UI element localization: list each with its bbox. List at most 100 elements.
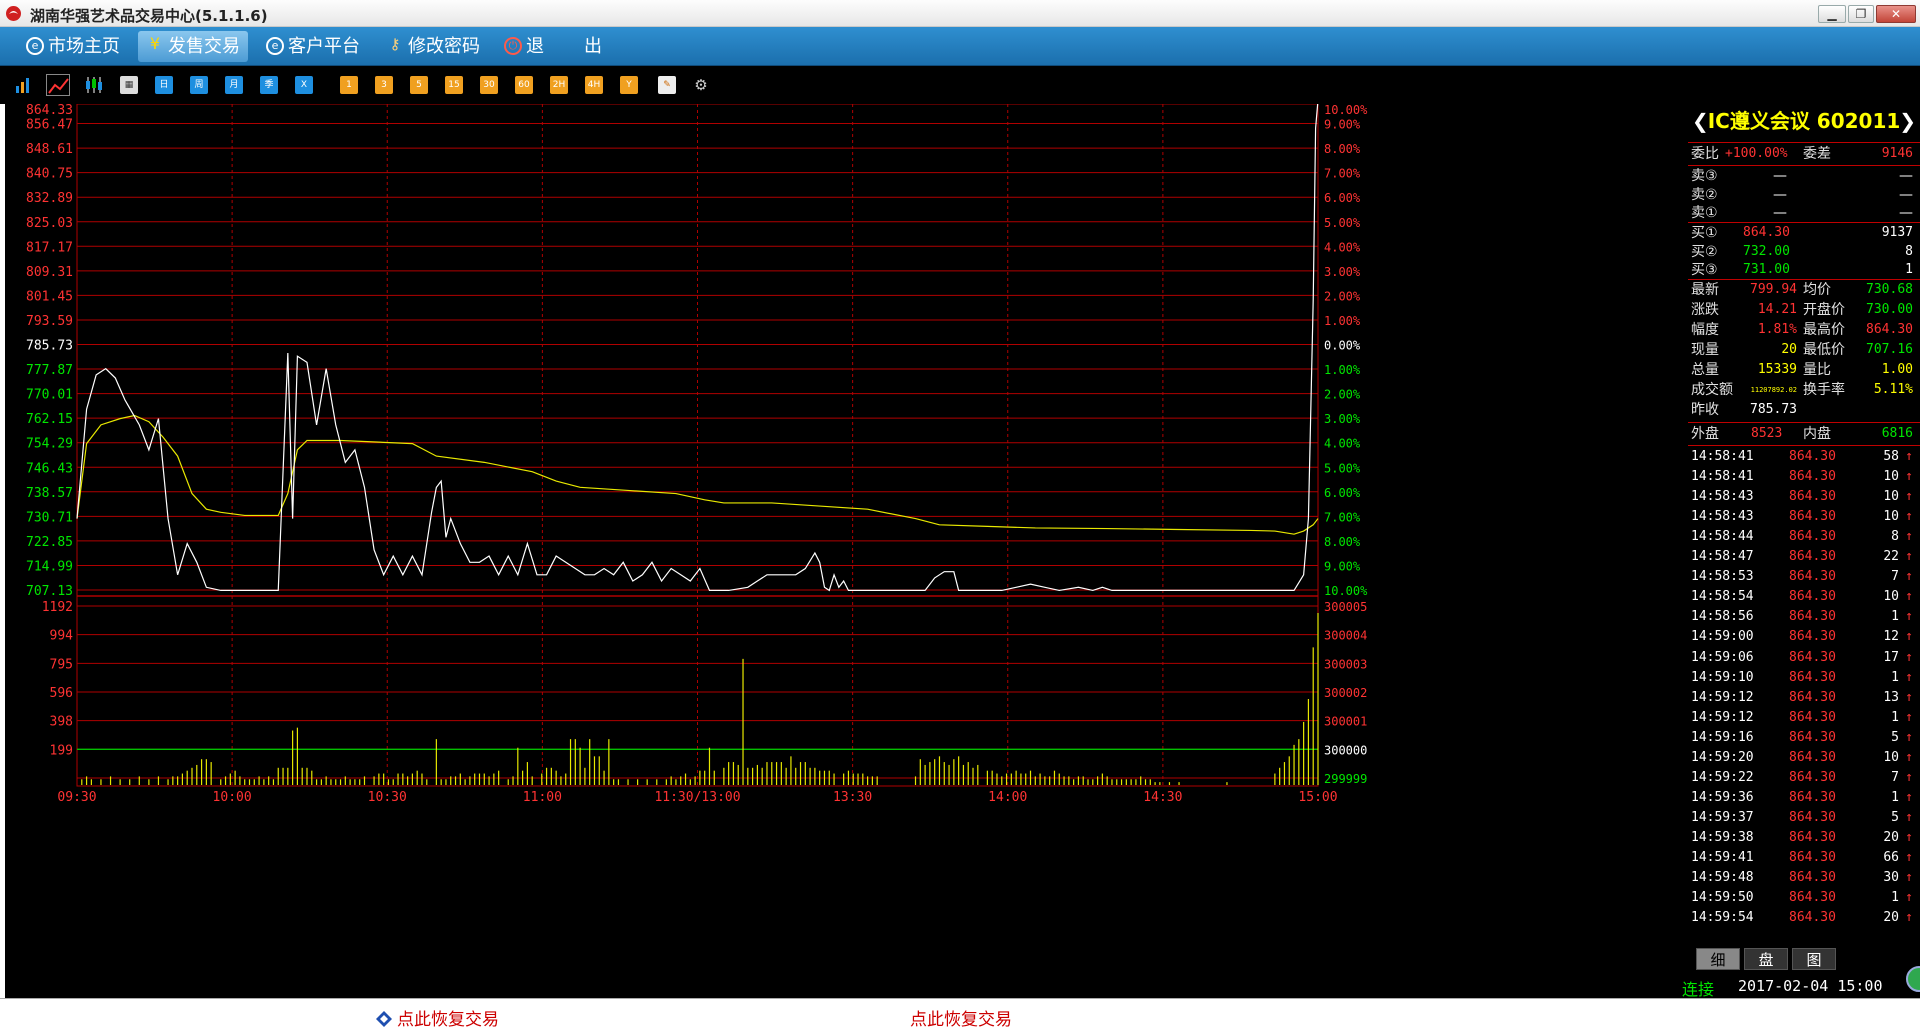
menu-sale-trading[interactable]: ¥ 发售交易: [138, 31, 248, 62]
hour-2-button[interactable]: 2H: [550, 76, 568, 94]
stat-value: 730.00: [1866, 302, 1913, 317]
tick-time: 14:58:43: [1691, 509, 1754, 525]
minute-60-button[interactable]: 60: [515, 76, 533, 94]
price-tick-label: 738.57: [26, 486, 73, 501]
percent-tick-label: 2.00%: [1324, 388, 1361, 402]
price-tick-label: 730.71: [26, 510, 73, 525]
calendar-icon[interactable]: ▦: [120, 76, 138, 94]
tick-row: 14:58:54 864.30 10 ↑: [1691, 587, 1913, 607]
prev-security-icon[interactable]: ❮: [1692, 104, 1709, 138]
stat-label: 最高价: [1803, 322, 1845, 338]
intraday-chart[interactable]: 864.33 856.47 848.61 840.75 832.89 825.03 817.…: [5, 104, 1688, 998]
menu-client-platform[interactable]: e 客户平台: [258, 31, 360, 62]
time-tick-label: 09:30: [57, 790, 96, 805]
stat-value: 11207892.02: [1750, 386, 1797, 394]
minute-30-button[interactable]: 30: [480, 76, 498, 94]
volume-axis: 1192 994 795 596 398 199 300005 300004 300003 300…: [42, 600, 1368, 786]
app-logo-icon: [6, 6, 21, 21]
divider: [1688, 142, 1920, 143]
period-week-button[interactable]: 周: [190, 76, 208, 94]
tick-price: 864.30: [1789, 529, 1836, 545]
hour-4-button[interactable]: 4H: [585, 76, 603, 94]
restore-trading-link-2[interactable]: 点此恢复交易: [910, 1005, 1012, 1030]
restore-icon: [376, 1011, 392, 1027]
tick-price: 864.30: [1789, 829, 1836, 845]
volume-tick-label: 199: [50, 743, 73, 758]
volume-right-tick-label: 300005: [1324, 600, 1367, 614]
menu-logout[interactable]: ⏻ 退: [496, 31, 544, 62]
percent-axis: 10.00%9.00%8.00%7.00%6.00%5.00%4.00%3.00…: [1324, 104, 1368, 598]
menu-exit[interactable]: 出: [554, 31, 602, 62]
volume-tick-label: 1192: [42, 600, 73, 615]
tick-price: 864.30: [1789, 469, 1836, 485]
period-day-button[interactable]: 日: [155, 76, 173, 94]
minute-5-button[interactable]: 5: [410, 76, 428, 94]
menu-label: 修改密码: [408, 36, 480, 57]
price-tick-label: 754.29: [26, 437, 73, 452]
tick-volume: 8: [1891, 529, 1899, 545]
percent-tick-label: 10.00%: [1324, 104, 1368, 117]
tick-price: 864.30: [1789, 689, 1836, 705]
price-tick-label: 777.87: [26, 363, 73, 378]
menu-market-home[interactable]: e 市场主页: [18, 31, 120, 62]
status-bar: 连接 2017-02-04 15:00: [1682, 974, 1920, 999]
order-volume: 9137: [1881, 225, 1913, 240]
tick-price: 864.30: [1789, 789, 1836, 805]
stat-label: 成交额: [1691, 382, 1733, 398]
tick-price: 864.30: [1789, 910, 1836, 926]
tick-price: 864.30: [1789, 609, 1836, 625]
menu-change-password[interactable]: ⚷ 修改密码: [378, 31, 481, 62]
percent-tick-label: 8.00%: [1324, 535, 1361, 549]
gear-icon[interactable]: ⚙: [692, 76, 710, 94]
period-x-button[interactable]: X: [295, 76, 313, 94]
stat-value: 1.81%: [1757, 322, 1797, 337]
volume-right-tick-label: 300003: [1324, 657, 1367, 671]
year-button[interactable]: Y: [620, 76, 638, 94]
volume-right-tick-label: 300002: [1324, 686, 1367, 700]
tick-arrow: ↑: [1905, 890, 1913, 906]
tick-volume: 12: [1883, 629, 1899, 645]
period-month-button[interactable]: 月: [225, 76, 243, 94]
time-tick-label: 14:30: [1143, 790, 1182, 805]
candlestick-icon[interactable]: [84, 76, 104, 94]
tab-order-book[interactable]: 盘: [1744, 948, 1788, 970]
tick-time: 14:59:48: [1691, 870, 1754, 886]
order-price: 732.00: [1743, 243, 1790, 259]
order-label: 卖①: [1691, 205, 1718, 221]
minute-15-button[interactable]: 15: [445, 76, 463, 94]
bar-chart-icon[interactable]: [15, 76, 33, 94]
weibi-label: 委比: [1691, 146, 1719, 162]
tick-arrow: ↑: [1905, 789, 1913, 805]
line-chart-icon[interactable]: [46, 74, 70, 96]
volume-bars: [81, 613, 1319, 785]
volume-tick-label: 398: [50, 715, 73, 730]
tick-volume: 10: [1883, 749, 1899, 765]
price-tick-label: 801.45: [26, 289, 73, 304]
next-security-icon[interactable]: ❯: [1899, 104, 1916, 138]
tick-time: 14:59:12: [1691, 709, 1754, 725]
tick-volume: 1: [1891, 609, 1899, 625]
tick-arrow: ↑: [1905, 709, 1913, 725]
tick-price: 864.30: [1789, 489, 1836, 505]
neipan-value: 6816: [1881, 426, 1913, 441]
stat-row: 最新 799.94 均价 730.68: [1691, 280, 1913, 300]
tick-arrow: ↑: [1905, 529, 1913, 545]
draw-tool-icon[interactable]: ✎: [658, 76, 676, 94]
tick-price: 864.30: [1789, 749, 1836, 765]
period-quarter-button[interactable]: 季: [260, 76, 278, 94]
weibi-row: 委比 +100.00% 委差 9146: [1691, 144, 1913, 164]
percent-tick-label: 1.00%: [1324, 314, 1361, 328]
restore-trading-link-1[interactable]: 点此恢复交易: [375, 1005, 499, 1030]
minute-1-button[interactable]: 1: [340, 76, 358, 94]
close-button[interactable]: ✕: [1876, 5, 1916, 23]
tab-detail[interactable]: 细: [1696, 948, 1740, 970]
volume-tick-label: 596: [50, 686, 73, 701]
minimize-button[interactable]: ▁: [1818, 5, 1846, 23]
maximize-button[interactable]: ❐: [1848, 5, 1874, 23]
tick-volume: 10: [1883, 509, 1899, 525]
percent-tick-label: 9.00%: [1324, 118, 1361, 132]
order-price: —: [1773, 186, 1787, 203]
tick-price: 864.30: [1789, 709, 1836, 725]
tab-chart[interactable]: 图: [1792, 948, 1836, 970]
minute-3-button[interactable]: 3: [375, 76, 393, 94]
